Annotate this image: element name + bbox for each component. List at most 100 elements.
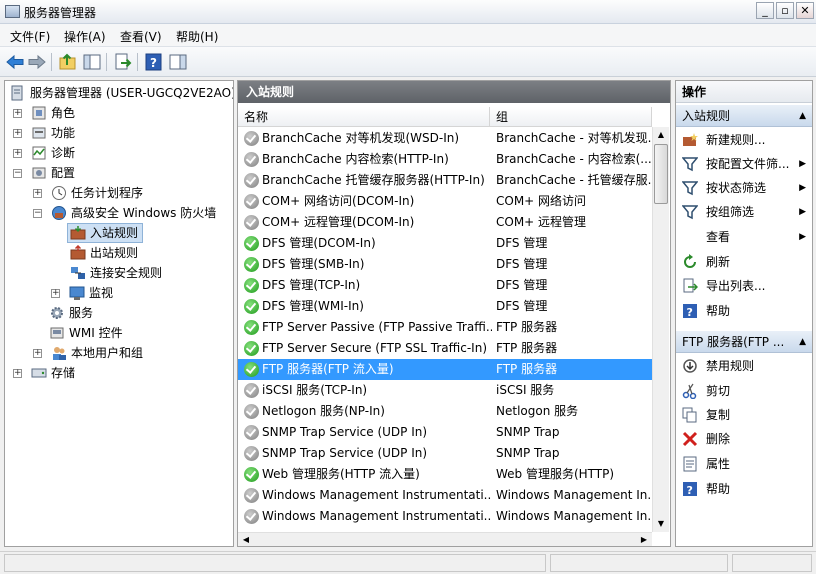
rule-enabled-icon xyxy=(244,341,259,356)
action-copy[interactable]: 复制 xyxy=(676,403,812,427)
table-row[interactable]: BranchCache 对等机发现(WSD-In) BranchCache - 对… xyxy=(238,128,652,149)
table-row[interactable]: BranchCache 内容检索(HTTP-In) BranchCache - 内… xyxy=(238,149,652,170)
action-new-rule[interactable]: 新建规则... xyxy=(676,128,812,152)
rule-disabled-icon xyxy=(244,131,259,146)
table-row[interactable]: COM+ 远程管理(DCOM-In) COM+ 远程管理 xyxy=(238,212,652,233)
collapse-icon[interactable]: − xyxy=(13,169,22,178)
roles-icon xyxy=(32,106,46,120)
collapse-caret-icon[interactable]: ▲ xyxy=(799,105,806,126)
new-rule-icon xyxy=(683,133,698,146)
expand-icon[interactable]: + xyxy=(13,369,22,378)
back-arrow-icon[interactable] xyxy=(5,52,25,72)
scroll-up-icon[interactable]: ▲ xyxy=(653,127,669,143)
scroll-thumb[interactable] xyxy=(654,144,668,204)
gear-icon xyxy=(51,307,63,319)
rule-disabled-icon xyxy=(244,425,259,440)
rule-name: Windows Management Instrumentati... xyxy=(262,509,492,523)
filter-icon xyxy=(682,205,698,220)
vertical-scrollbar[interactable]: ▲ ▼ xyxy=(652,127,669,532)
expand-icon[interactable]: + xyxy=(51,289,60,298)
table-row[interactable]: DFS 管理(SMB-In) DFS 管理 xyxy=(238,254,652,275)
show-hide-tree-icon[interactable] xyxy=(82,52,102,72)
action-filter-profile[interactable]: 按配置文件筛... ▶ xyxy=(676,152,812,176)
table-row[interactable]: DFS 管理(DCOM-In) DFS 管理 xyxy=(238,233,652,254)
server-icon xyxy=(11,85,23,101)
menu-view[interactable]: 查看(V) xyxy=(120,28,162,45)
action-delete[interactable]: 删除 xyxy=(676,427,812,451)
export-list-icon[interactable] xyxy=(113,52,133,72)
rule-enabled-icon xyxy=(244,236,259,251)
storage-icon xyxy=(31,368,47,378)
features-icon xyxy=(32,127,46,139)
table-row[interactable]: FTP 服务器(FTP 流入量) FTP 服务器 xyxy=(238,359,652,380)
column-group[interactable]: 组 xyxy=(490,107,652,127)
action-view[interactable]: 查看 ▶ xyxy=(676,225,812,249)
action-properties[interactable]: 属性 xyxy=(676,452,812,476)
table-row[interactable]: Netlogon 服务(NP-In) Netlogon 服务 xyxy=(238,401,652,422)
collapse-icon[interactable]: − xyxy=(33,209,42,218)
collapse-caret-icon[interactable]: ▲ xyxy=(799,331,806,352)
rule-group: FTP 服务器 xyxy=(496,362,558,376)
action-filter-group[interactable]: 按组筛选 ▶ xyxy=(676,200,812,224)
rule-name: DFS 管理(WMI-In) xyxy=(262,299,364,313)
column-name[interactable]: 名称 xyxy=(238,107,490,127)
table-row[interactable]: COM+ 网络访问(DCOM-In) COM+ 网络访问 xyxy=(238,191,652,212)
expand-icon[interactable]: + xyxy=(13,109,22,118)
action-help[interactable]: ? 帮助 xyxy=(676,299,812,323)
actions-section-inbound[interactable]: 入站规则 ▲ xyxy=(676,105,812,127)
table-row[interactable]: SNMP Trap Service (UDP In) SNMP Trap xyxy=(238,422,652,443)
menu-help[interactable]: 帮助(H) xyxy=(176,28,218,45)
forward-arrow-icon[interactable] xyxy=(27,52,47,72)
rule-enabled-icon xyxy=(244,257,259,272)
tree-item-inbound-rules[interactable]: 入站规则 xyxy=(67,223,143,243)
scroll-left-icon[interactable]: ◀ xyxy=(238,533,254,546)
action-refresh[interactable]: 刷新 xyxy=(676,250,812,274)
rule-name: FTP Server Secure (FTP SSL Traffic-In) xyxy=(262,341,488,355)
scroll-down-icon[interactable]: ▼ xyxy=(653,516,669,532)
table-row[interactable]: SNMP Trap Service (UDP In) SNMP Trap xyxy=(238,443,652,464)
table-row[interactable]: DFS 管理(WMI-In) DFS 管理 xyxy=(238,296,652,317)
table-row[interactable]: iSCSI 服务(TCP-In) iSCSI 服务 xyxy=(238,380,652,401)
action-disable-rule[interactable]: 禁用规则 xyxy=(676,354,812,378)
action-export-list[interactable]: 导出列表... xyxy=(676,274,812,298)
submenu-arrow-icon: ▶ xyxy=(799,207,806,217)
help-icon: ? xyxy=(683,304,697,319)
table-row[interactable]: Windows Management Instrumentati... Windo… xyxy=(238,485,652,506)
expand-icon[interactable]: + xyxy=(33,349,42,358)
up-folder-icon[interactable] xyxy=(58,52,78,72)
expand-icon[interactable]: + xyxy=(13,149,22,158)
rule-disabled-icon xyxy=(244,404,259,419)
scroll-right-icon[interactable]: ▶ xyxy=(636,533,652,546)
properties-pane-icon[interactable] xyxy=(168,52,188,72)
table-row[interactable]: FTP Server Secure (FTP SSL Traffic-In) FT… xyxy=(238,338,652,359)
table-row[interactable]: DFS 管理(TCP-In) DFS 管理 xyxy=(238,275,652,296)
action-help-rule[interactable]: ? 帮助 xyxy=(676,477,812,501)
action-cut[interactable]: 剪切 xyxy=(676,379,812,403)
rule-name: BranchCache 内容检索(HTTP-In) xyxy=(262,152,449,166)
table-row[interactable]: Web 管理服务(HTTP 流入量) Web 管理服务(HTTP) xyxy=(238,464,652,485)
table-row[interactable]: BranchCache 托管缓存服务器(HTTP-In) BranchCache … xyxy=(238,170,652,191)
table-row[interactable]: Windows Management Instrumentati... Windo… xyxy=(238,506,652,527)
rule-disabled-icon xyxy=(244,383,259,398)
submenu-arrow-icon: ▶ xyxy=(799,159,806,169)
copy-icon xyxy=(682,407,697,423)
filter-icon xyxy=(682,181,698,196)
help-icon[interactable]: ? xyxy=(144,52,164,72)
expand-icon[interactable]: + xyxy=(33,189,42,198)
actions-section-selected-rule[interactable]: FTP 服务器(FTP ... ▲ xyxy=(676,331,812,353)
rule-name: Netlogon 服务(NP-In) xyxy=(262,404,385,418)
action-filter-state[interactable]: 按状态筛选 ▶ xyxy=(676,176,812,200)
rule-name: Web 管理服务(HTTP 流入量) xyxy=(262,467,420,481)
table-row[interactable]: FTP Server Passive (FTP Passive Traffi..… xyxy=(238,317,652,338)
menu-file[interactable]: 文件(F) xyxy=(10,28,50,45)
menu-bar: 文件(F) 操作(A) 查看(V) 帮助(H) xyxy=(0,24,816,47)
expand-icon[interactable]: + xyxy=(13,129,22,138)
minimize-button[interactable]: _ xyxy=(756,2,774,19)
horizontal-scrollbar[interactable]: ◀ ▶ xyxy=(238,532,652,546)
menu-action[interactable]: 操作(A) xyxy=(64,28,106,45)
toolbar: ? xyxy=(0,47,816,77)
rule-name: COM+ 远程管理(DCOM-In) xyxy=(262,215,415,229)
close-button[interactable]: ✕ xyxy=(796,2,814,19)
restore-button[interactable]: ▫ xyxy=(776,2,794,19)
rule-name: iSCSI 服务(TCP-In) xyxy=(262,383,368,397)
